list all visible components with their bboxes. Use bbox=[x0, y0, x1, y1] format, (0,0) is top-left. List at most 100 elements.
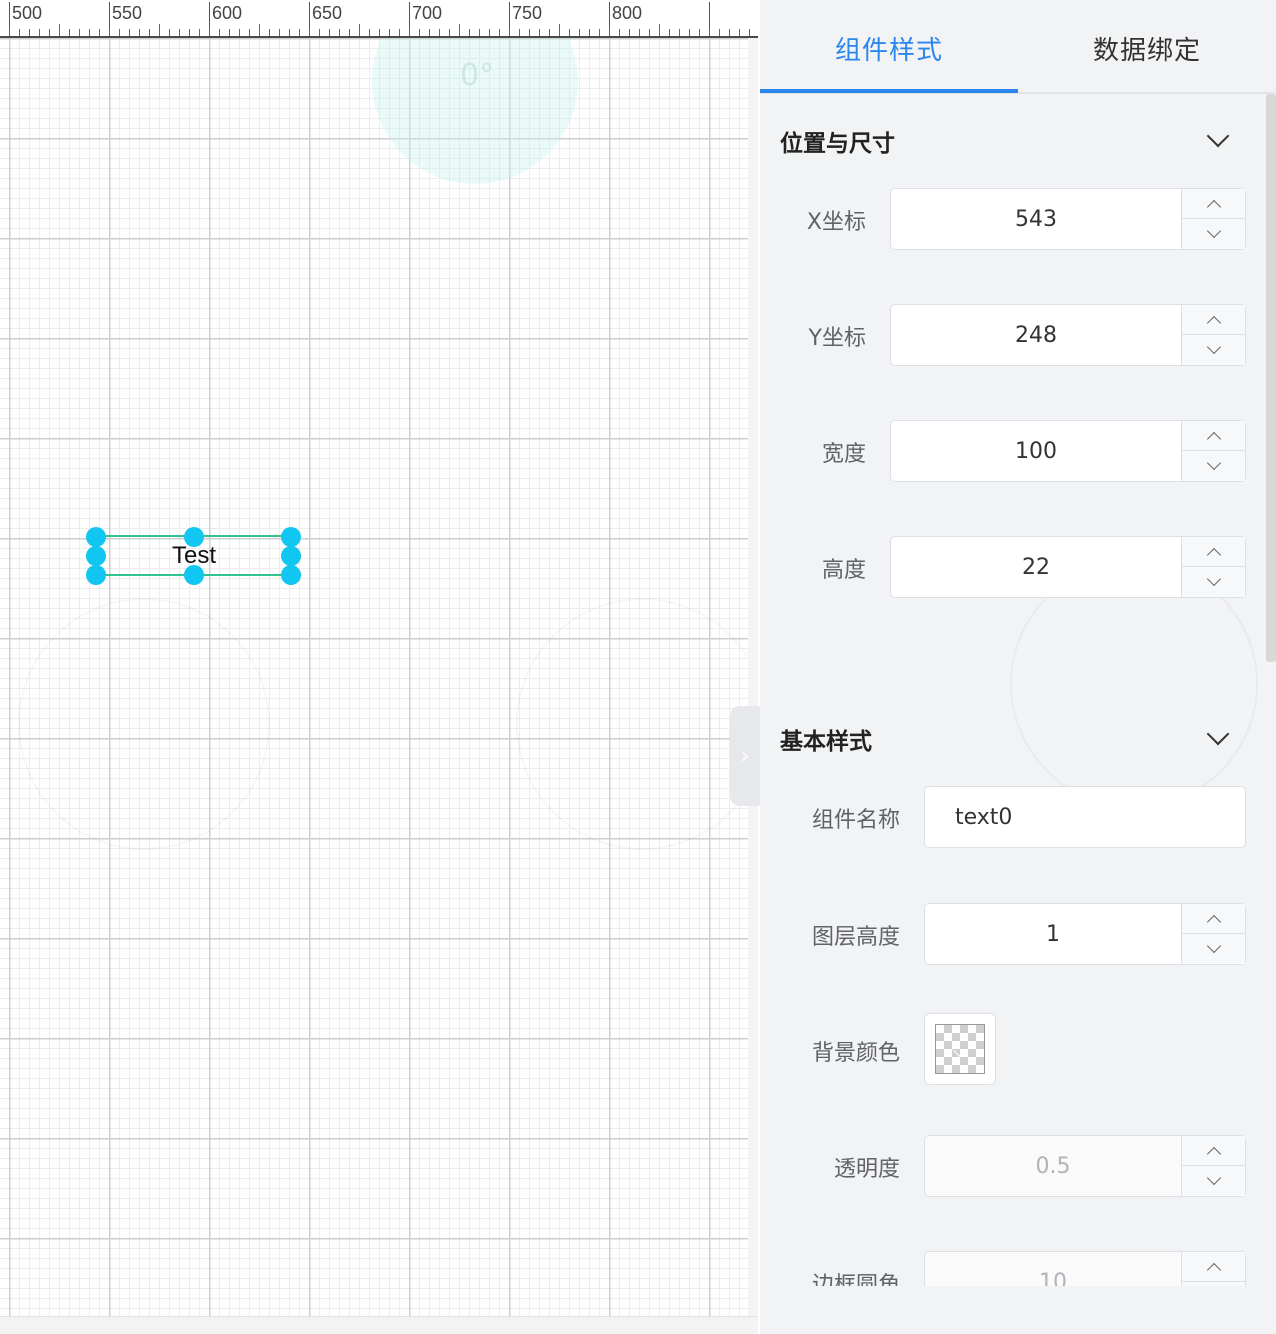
width-value[interactable]: 100 bbox=[891, 421, 1181, 481]
ruler-tick bbox=[419, 29, 420, 36]
design-canvas-area[interactable]: 0° 500 550 600 650 700 750 800 Test bbox=[0, 0, 758, 1334]
resize-handle-bottom[interactable] bbox=[184, 565, 204, 585]
increment-button[interactable] bbox=[1182, 305, 1245, 335]
background-color-picker[interactable] bbox=[924, 1013, 996, 1085]
ruler-tick bbox=[499, 29, 500, 36]
canvas-horizontal-scrollbar[interactable] bbox=[0, 1316, 758, 1334]
increment-button[interactable] bbox=[1182, 537, 1245, 567]
ruler-tick bbox=[519, 29, 520, 36]
y-coordinate-label: Y坐标 bbox=[808, 326, 866, 351]
resize-handle-top[interactable] bbox=[184, 527, 204, 547]
height-value[interactable]: 22 bbox=[891, 537, 1181, 597]
ruler-tick bbox=[179, 29, 180, 36]
ruler-tick bbox=[389, 29, 390, 36]
section-title-basic-style[interactable]: 基本样式 bbox=[780, 722, 872, 756]
increment-button[interactable] bbox=[1182, 904, 1245, 934]
ruler-tick bbox=[249, 29, 250, 36]
ruler-tick bbox=[189, 29, 190, 36]
y-coordinate-stepper[interactable] bbox=[1181, 305, 1245, 365]
component-name-value: text0 bbox=[955, 804, 1013, 830]
ruler-tick bbox=[539, 29, 540, 36]
x-coordinate-label: X坐标 bbox=[806, 210, 866, 235]
ruler-label: 500 bbox=[9, 2, 42, 36]
background-color-label: 背景颜色 bbox=[811, 1041, 900, 1066]
decrement-button[interactable] bbox=[1182, 934, 1245, 964]
resize-handle-top-left[interactable] bbox=[86, 527, 106, 547]
width-stepper[interactable] bbox=[1181, 421, 1245, 481]
ruler-tick bbox=[359, 24, 360, 36]
opacity-placeholder[interactable]: 0.5 bbox=[925, 1136, 1181, 1196]
chevron-up-icon bbox=[1206, 1146, 1221, 1161]
ruler-tick bbox=[459, 24, 460, 36]
layer-height-stepper[interactable] bbox=[1181, 904, 1245, 964]
ruler-tick bbox=[449, 29, 450, 36]
chevron-down-icon bbox=[1206, 1170, 1221, 1186]
ruler-label: 600 bbox=[209, 2, 242, 36]
ruler-label: 800 bbox=[609, 2, 642, 36]
tab-data-binding[interactable]: 数据绑定 bbox=[1018, 30, 1276, 67]
layer-height-label: 图层高度 bbox=[811, 925, 900, 950]
increment-button[interactable] bbox=[1182, 1252, 1245, 1282]
tab-component-style[interactable]: 组件样式 bbox=[760, 30, 1018, 67]
chevron-up-icon bbox=[1206, 199, 1221, 214]
ruler-tick bbox=[79, 29, 80, 36]
ruler-tick bbox=[229, 29, 230, 36]
chevron-down-icon bbox=[1206, 455, 1221, 471]
ruler-tick bbox=[169, 29, 170, 36]
decrement-button[interactable] bbox=[1182, 567, 1245, 597]
ruler-tick bbox=[139, 29, 140, 36]
ruler-tick bbox=[709, 29, 710, 36]
ruler-tick bbox=[599, 29, 600, 36]
ruler-tick bbox=[159, 24, 160, 36]
canvas-vertical-scrollbar[interactable] bbox=[748, 38, 758, 1334]
component-name-label: 组件名称 bbox=[811, 808, 900, 833]
ruler-tick bbox=[369, 29, 370, 36]
ruler-tick bbox=[489, 29, 490, 36]
increment-button[interactable] bbox=[1182, 421, 1245, 451]
opacity-input[interactable]: 0.5 bbox=[924, 1135, 1246, 1197]
ruler-tick bbox=[669, 29, 670, 36]
y-coordinate-input[interactable]: 248 bbox=[890, 304, 1246, 366]
decrement-button[interactable] bbox=[1182, 219, 1245, 249]
height-stepper[interactable] bbox=[1181, 537, 1245, 597]
ruler-tick bbox=[199, 29, 200, 36]
panel-collapse-toggle[interactable]: › bbox=[730, 706, 760, 806]
ruler-tick bbox=[679, 29, 680, 36]
decrement-button[interactable] bbox=[1182, 451, 1245, 481]
decrement-button[interactable] bbox=[1182, 335, 1245, 365]
ruler-tick bbox=[739, 29, 740, 36]
increment-button[interactable] bbox=[1182, 1136, 1245, 1166]
ruler-label: 700 bbox=[409, 2, 442, 36]
opacity-stepper[interactable] bbox=[1181, 1136, 1245, 1196]
layer-height-value[interactable]: 1 bbox=[925, 904, 1181, 964]
ruler-tick bbox=[309, 29, 310, 36]
height-input[interactable]: 22 bbox=[890, 536, 1246, 598]
width-input[interactable]: 100 bbox=[890, 420, 1246, 482]
watermark bbox=[18, 598, 270, 850]
chevron-down-icon bbox=[1206, 938, 1221, 954]
x-coordinate-input[interactable]: 543 bbox=[890, 188, 1246, 250]
ruler-tick bbox=[39, 29, 40, 36]
resize-handle-bottom-left[interactable] bbox=[86, 565, 106, 585]
chevron-down-icon[interactable] bbox=[1206, 124, 1230, 148]
x-coordinate-value[interactable]: 543 bbox=[891, 189, 1181, 249]
ruler-tick bbox=[259, 24, 260, 36]
decrement-button[interactable] bbox=[1182, 1166, 1245, 1196]
ruler-tick bbox=[109, 29, 110, 36]
panel-tabs: 组件样式 数据绑定 bbox=[760, 0, 1276, 94]
y-coordinate-value[interactable]: 248 bbox=[891, 305, 1181, 365]
layer-height-input[interactable]: 1 bbox=[924, 903, 1246, 965]
panel-scrollbar[interactable] bbox=[1266, 94, 1276, 662]
section-title-position-size[interactable]: 位置与尺寸 bbox=[780, 124, 895, 158]
increment-button[interactable] bbox=[1182, 189, 1245, 219]
component-name-input[interactable]: text0 bbox=[924, 786, 1246, 848]
resize-handle-right[interactable] bbox=[281, 546, 301, 566]
x-coordinate-stepper[interactable] bbox=[1181, 189, 1245, 249]
ruler-label: 650 bbox=[309, 2, 342, 36]
resize-handle-top-right[interactable] bbox=[281, 527, 301, 547]
canvas-grid[interactable] bbox=[0, 38, 748, 1316]
ruler-tick bbox=[639, 29, 640, 36]
resize-handle-bottom-right[interactable] bbox=[281, 565, 301, 585]
ruler-tick bbox=[339, 29, 340, 36]
resize-handle-left[interactable] bbox=[86, 546, 106, 566]
